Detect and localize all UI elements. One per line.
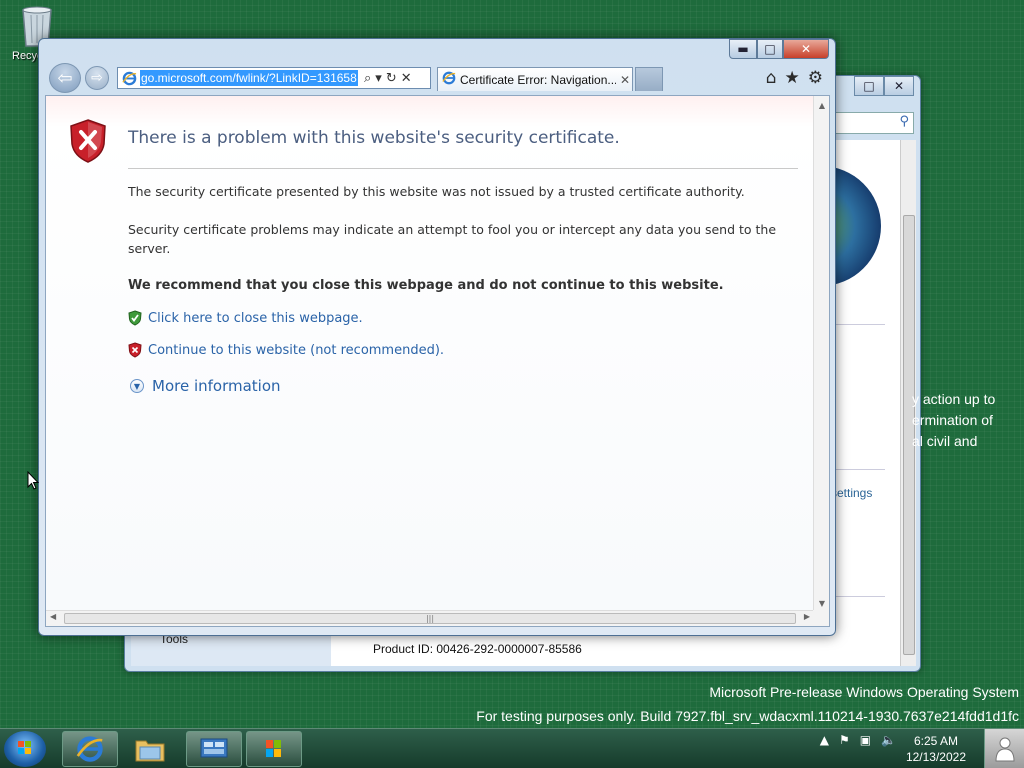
green-shield-check-icon [128,310,142,326]
bg-window-text-1: y action up to [912,391,996,407]
horizontal-scroll-thumb[interactable]: ||| [64,613,796,624]
taskbar-system-button[interactable] [246,731,302,767]
clock-date: 12/13/2022 [905,750,966,764]
page-title: There is a problem with this website's s… [128,128,620,148]
bg-divider [835,324,885,325]
certificate-description: The security certificate presented by th… [128,184,745,199]
stop-icon[interactable]: ✕ [401,71,412,86]
bg-search-box[interactable]: ⚲ [830,112,914,134]
show-hidden-icons-icon[interactable]: ▲ [820,733,829,747]
volume-muted-icon[interactable]: 🔈 [881,733,896,747]
product-id-text: Product ID: 00426-292-0000007-85586 [373,642,582,656]
forward-button[interactable]: ⇨ [85,66,109,90]
more-information-toggle[interactable]: ▼ More information [130,377,281,395]
bg-window-text-3: al civil and [912,433,978,449]
back-arrow-icon: ⇦ [57,67,73,89]
tab-title: Certificate Error: Navigation... [460,72,616,87]
tools-gear-icon[interactable]: ⚙ [808,68,823,88]
browser-window[interactable]: ▬ □ ✕ ⇦ ⇨ go.microsoft.com/fwlink/?LinkI… [38,38,836,636]
vertical-scrollbar[interactable]: ▲ ▼ [813,96,829,612]
user-avatar-icon [994,737,1015,762]
bg-close-button[interactable]: ✕ [884,76,914,96]
dropdown-icon[interactable]: ▾ [375,71,382,86]
command-icons: ⌂ ★ ⚙ [766,68,823,88]
ie-logo-icon [120,69,138,87]
windows-flag-icon [266,740,281,757]
title-divider [128,168,798,169]
taskbar-ie-button[interactable] [62,731,118,767]
network-icon[interactable]: ▣ [860,733,871,747]
continue-to-website-link[interactable]: Continue to this website (not recommende… [128,342,444,358]
expand-chevron-icon: ▼ [130,379,144,393]
window-controls: ▬ □ ✕ [729,39,829,59]
bg-divider [835,596,885,597]
back-button[interactable]: ⇦ [49,63,81,93]
bg-window-text-2: ermination of [912,412,993,428]
certificate-error-page: There is a problem with this website's s… [46,96,814,612]
search-icon[interactable]: ⌕ [364,71,371,86]
forward-arrow-icon: ⇨ [91,70,103,86]
taskbar-server-manager-button[interactable] [186,731,242,767]
refresh-icon[interactable]: ↻ [386,71,397,86]
new-tab-button[interactable] [635,67,663,91]
close-webpage-link[interactable]: Click here to close this webpage. [128,310,363,326]
close-webpage-link-label[interactable]: Click here to close this webpage. [148,311,363,326]
home-icon[interactable]: ⌂ [766,68,777,88]
red-shield-x-icon [128,342,142,358]
ie-logo-icon [442,71,456,88]
page-viewport: There is a problem with this website's s… [45,95,830,627]
start-button[interactable] [4,731,46,767]
address-url-input[interactable]: go.microsoft.com/fwlink/?LinkID=131658 [140,70,358,86]
recommendation-text: We recommend that you close this webpage… [128,278,724,293]
build-watermark-line1: Microsoft Pre-release Windows Operating … [709,684,1019,700]
taskbar-explorer-button[interactable] [122,731,178,767]
scroll-up-icon[interactable]: ▲ [814,98,830,112]
build-watermark-line2: For testing purposes only. Build 7927.fb… [476,708,1019,724]
ie-logo-icon [76,736,103,762]
address-bar[interactable]: go.microsoft.com/fwlink/?LinkID=131658 ⌕… [117,67,431,89]
favorites-star-icon[interactable]: ★ [785,68,800,88]
server-manager-icon [200,738,228,758]
taskbar: ▲ ⚑ ▣ 🔈 6:25 AM 12/13/2022 [0,728,1024,768]
change-settings-link[interactable]: settings [831,486,872,500]
tab-close-icon[interactable]: ✕ [620,73,630,87]
more-information-label[interactable]: More information [152,377,281,395]
scroll-right-icon[interactable]: ▶ [804,612,810,621]
action-center-flag-icon[interactable]: ⚑ [839,733,850,747]
maximize-button[interactable]: □ [757,39,783,59]
search-icon: ⚲ [899,114,909,129]
background-window-controls: □ ✕ [854,76,914,96]
tab-certificate-error[interactable]: Certificate Error: Navigation... ✕ [437,67,633,91]
folder-icon [135,740,165,762]
user-account-button[interactable] [984,729,1024,768]
clock-time: 6:25 AM [913,734,958,748]
address-tools: ⌕ ▾ ↻ ✕ [364,71,412,86]
scroll-left-icon[interactable]: ◀ [50,612,56,621]
error-shield-icon [68,118,108,168]
continue-link-label[interactable]: Continue to this website (not recommende… [148,343,444,358]
bg-divider [835,469,885,470]
horizontal-scrollbar[interactable]: ◀ ||| ▶ [46,610,814,626]
certificate-warning: Security certificate problems may indica… [128,222,777,256]
system-tray: ▲ ⚑ ▣ 🔈 [820,733,896,747]
clock[interactable]: 6:25 AM 12/13/2022 [906,733,966,765]
scroll-corner [813,610,829,626]
close-button[interactable]: ✕ [783,39,829,59]
bg-maximize-button[interactable]: □ [854,76,884,96]
windows-flag-icon [18,741,31,754]
scroll-down-icon[interactable]: ▼ [814,596,830,610]
mouse-cursor-icon [27,471,39,490]
minimize-button[interactable]: ▬ [729,39,757,59]
